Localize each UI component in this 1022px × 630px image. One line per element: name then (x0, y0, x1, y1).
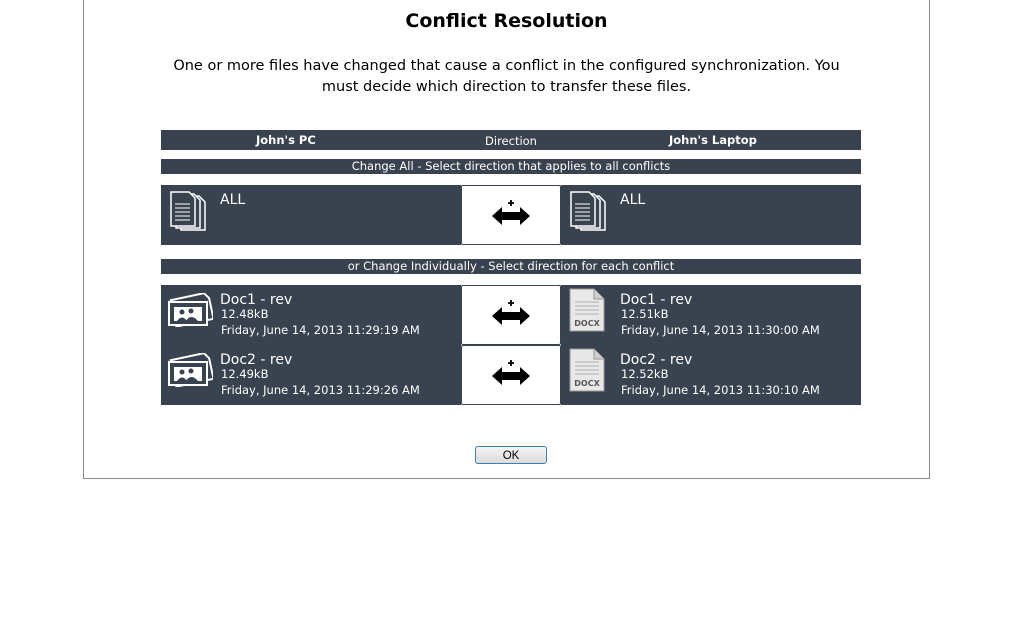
dialog-description: One or more files have changed that caus… (173, 58, 840, 95)
right-file-name: Doc2 - rev (620, 352, 693, 368)
image-file-icon (167, 352, 215, 391)
left-file-size: 12.49kB (221, 367, 269, 381)
ok-button[interactable]: OK (475, 446, 547, 464)
change-all-left-name: ALL (220, 192, 246, 208)
bidirectional-arrow-icon (492, 300, 530, 325)
docx-file-icon: DOCX (569, 348, 605, 396)
conflict-direction-button[interactable] (461, 345, 561, 405)
docx-file-icon: DOCX (569, 288, 605, 336)
right-file-date: Friday, June 14, 2013 11:30:00 AM (621, 323, 820, 337)
conflict-row: Doc1 - rev 12.48kB Friday, June 14, 2013… (161, 285, 861, 345)
left-file-date: Friday, June 14, 2013 11:29:19 AM (221, 323, 420, 337)
left-file-size: 12.48kB (221, 307, 269, 321)
right-file-name: Doc1 - rev (620, 292, 693, 308)
conflict-right-file: DOCX Doc1 - rev 12.51kB Friday, June 14,… (561, 285, 861, 345)
left-file-name: Doc1 - rev (220, 292, 293, 308)
right-file-date: Friday, June 14, 2013 11:30:10 AM (621, 383, 820, 397)
change-all-right-panel: ALL (561, 185, 861, 245)
right-file-size: 12.52kB (621, 367, 669, 381)
change-all-right-name: ALL (620, 192, 646, 208)
header-right-device: John's Laptop (669, 133, 757, 147)
change-all-row: ALL ALL (161, 185, 861, 245)
conflict-right-file: DOCX Doc2 - rev 12.52kB Friday, June 14,… (561, 345, 861, 405)
conflict-left-file: Doc1 - rev 12.48kB Friday, June 14, 2013… (161, 285, 461, 345)
bidirectional-arrow-icon (492, 200, 530, 225)
change-all-left-panel: ALL (161, 185, 461, 245)
conflict-left-file: Doc2 - rev 12.49kB Friday, June 14, 2013… (161, 345, 461, 405)
bidirectional-arrow-icon (492, 360, 530, 385)
left-file-date: Friday, June 14, 2013 11:29:26 AM (221, 383, 420, 397)
column-header: John's PC Direction John's Laptop (161, 130, 861, 150)
change-individually-label: or Change Individually - Select directio… (161, 259, 861, 274)
left-file-name: Doc2 - rev (220, 352, 293, 368)
dialog-title: Conflict Resolution (405, 10, 608, 32)
change-all-direction-button[interactable] (461, 185, 561, 245)
stacked-files-icon (167, 190, 211, 238)
docx-label: DOCX (574, 379, 600, 388)
image-file-icon (167, 292, 215, 331)
conflict-resolution-dialog: Conflict Resolution One or more files ha… (83, 0, 930, 479)
stacked-files-icon (567, 190, 611, 238)
conflict-row: Doc2 - rev 12.49kB Friday, June 14, 2013… (161, 345, 861, 405)
conflict-direction-button[interactable] (461, 285, 561, 345)
docx-label: DOCX (574, 319, 600, 328)
right-file-size: 12.51kB (621, 307, 669, 321)
change-all-label: Change All - Select direction that appli… (161, 159, 861, 174)
